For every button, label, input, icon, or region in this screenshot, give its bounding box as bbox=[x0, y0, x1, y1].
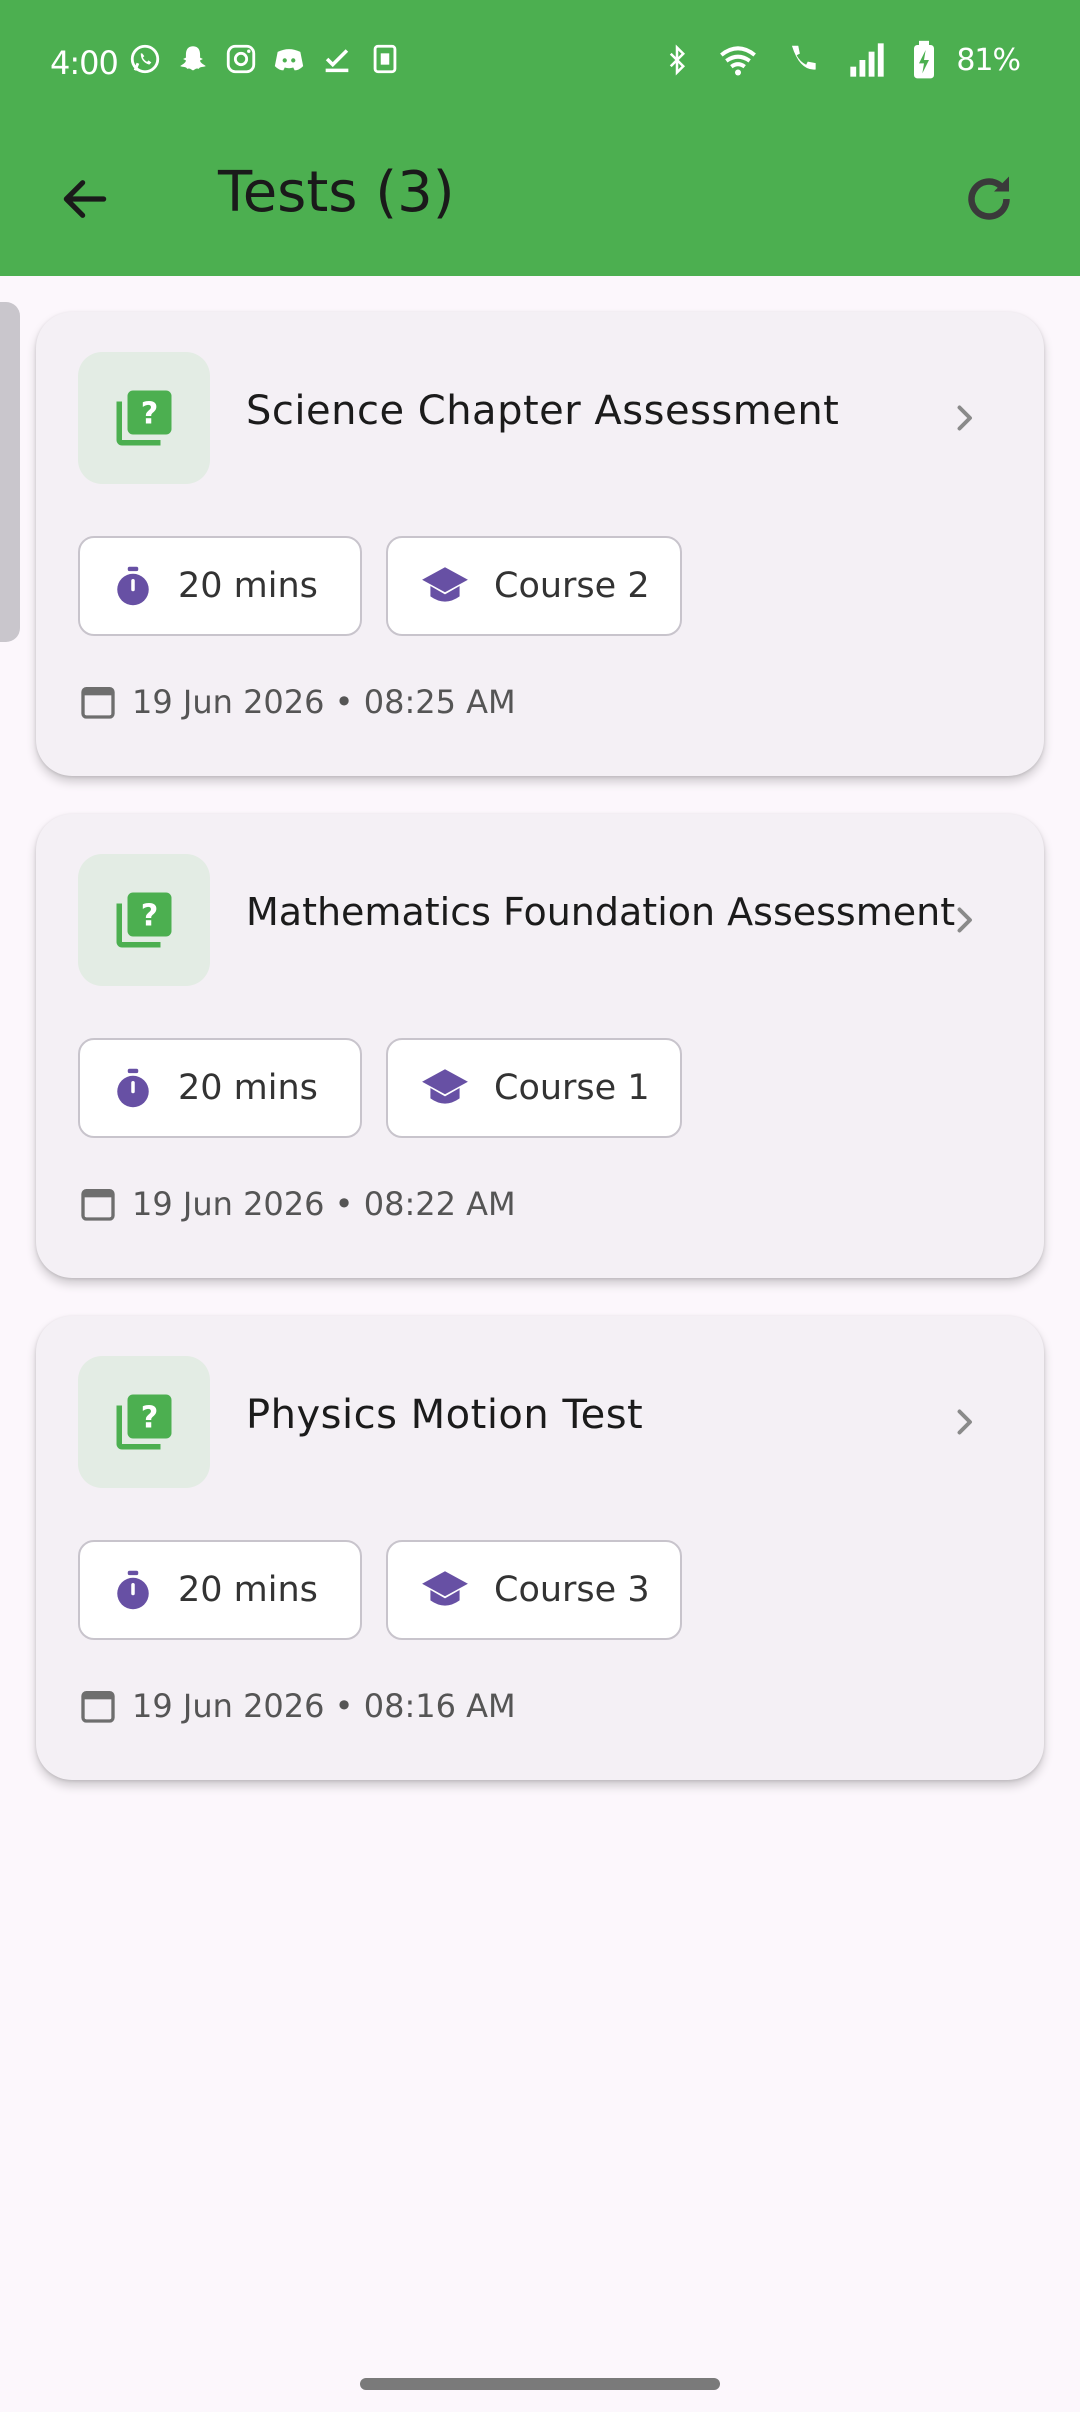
quiz-icon-container: ? bbox=[78, 854, 210, 986]
svg-text:?: ? bbox=[141, 397, 159, 432]
sim-icon bbox=[373, 44, 397, 74]
course-chip: Course 3 bbox=[386, 1540, 682, 1640]
quiz-icon: ? bbox=[116, 1394, 172, 1450]
battery-icon bbox=[914, 40, 935, 79]
quiz-icon-container: ? bbox=[78, 352, 210, 484]
duration-chip: 20 mins bbox=[78, 1540, 362, 1640]
duration-text: 20 mins bbox=[178, 1068, 318, 1108]
duration-chip: 20 mins bbox=[78, 1038, 362, 1138]
wifi-calling-icon bbox=[792, 45, 816, 70]
instagram-icon bbox=[226, 44, 256, 74]
timer-icon bbox=[117, 566, 149, 606]
calendar-icon bbox=[81, 1691, 115, 1723]
course-chip: Course 1 bbox=[386, 1038, 682, 1138]
bluetooth-icon bbox=[670, 44, 686, 76]
duration-text: 20 mins bbox=[178, 1570, 318, 1610]
discord-icon bbox=[274, 49, 304, 71]
timer-icon bbox=[117, 1570, 149, 1610]
test-date: 19 Jun 2026 • 08:16 AM bbox=[78, 1686, 516, 1726]
test-card[interactable]: ? Mathematics Foundation Assessment 20 m… bbox=[36, 814, 1044, 1278]
test-card[interactable]: ? Physics Motion Test 20 mins Course 3 1… bbox=[36, 1316, 1044, 1780]
date-text: 19 Jun 2026 • 08:22 AM bbox=[132, 1185, 516, 1223]
chevron-right-icon bbox=[944, 1402, 984, 1442]
course-text: Course 3 bbox=[494, 1570, 650, 1610]
duration-chip: 20 mins bbox=[78, 536, 362, 636]
test-title: Physics Motion Test bbox=[246, 1392, 644, 1438]
quiz-icon: ? bbox=[116, 892, 172, 948]
svg-text:?: ? bbox=[141, 899, 159, 934]
chevron-right-icon bbox=[944, 900, 984, 940]
quiz-icon: ? bbox=[116, 390, 172, 446]
status-time: 4:00 bbox=[50, 44, 119, 82]
wifi-icon bbox=[720, 46, 757, 76]
app-bar: 4:00 81% Tests (3) bbox=[0, 0, 1080, 276]
signal-icon bbox=[850, 43, 884, 77]
home-indicator[interactable] bbox=[360, 2378, 720, 2390]
date-text: 19 Jun 2026 • 08:25 AM bbox=[132, 683, 516, 721]
duration-text: 20 mins bbox=[178, 566, 318, 606]
svg-text:?: ? bbox=[141, 1401, 159, 1436]
school-icon bbox=[422, 1571, 468, 1606]
battery-percent: 81% bbox=[956, 42, 1021, 78]
snapchat-icon bbox=[180, 46, 206, 71]
calendar-icon bbox=[81, 687, 115, 719]
back-button[interactable] bbox=[50, 164, 120, 234]
test-card[interactable]: ? Science Chapter Assessment 20 mins Cou… bbox=[36, 312, 1044, 776]
arrow-back-icon bbox=[63, 180, 107, 218]
course-chip: Course 2 bbox=[386, 536, 682, 636]
test-title: Science Chapter Assessment bbox=[246, 388, 840, 434]
whatsapp-icon bbox=[130, 44, 160, 74]
course-text: Course 1 bbox=[494, 1068, 650, 1108]
toolbar: Tests (3) bbox=[0, 124, 1080, 276]
school-icon bbox=[422, 1069, 468, 1104]
status-bar: 4:00 81% bbox=[0, 0, 1080, 124]
test-date: 19 Jun 2026 • 08:25 AM bbox=[78, 682, 516, 722]
refresh-icon bbox=[968, 176, 1010, 220]
notification-icons bbox=[128, 42, 402, 76]
test-list: ? Science Chapter Assessment 20 mins Cou… bbox=[36, 312, 1044, 1818]
test-date: 19 Jun 2026 • 08:22 AM bbox=[78, 1184, 516, 1224]
page-title: Tests (3) bbox=[218, 160, 455, 225]
course-text: Course 2 bbox=[494, 566, 650, 606]
timer-icon bbox=[117, 1068, 149, 1108]
school-icon bbox=[422, 567, 468, 602]
test-title: Mathematics Foundation Assessment bbox=[246, 890, 956, 934]
check-icon bbox=[325, 49, 349, 73]
quiz-icon-container: ? bbox=[78, 1356, 210, 1488]
date-text: 19 Jun 2026 • 08:16 AM bbox=[132, 1687, 516, 1725]
refresh-button[interactable] bbox=[952, 162, 1026, 236]
chevron-right-icon bbox=[944, 398, 984, 438]
scrollbar[interactable] bbox=[0, 302, 20, 642]
status-right: 81% bbox=[662, 40, 1021, 80]
calendar-icon bbox=[81, 1189, 115, 1221]
